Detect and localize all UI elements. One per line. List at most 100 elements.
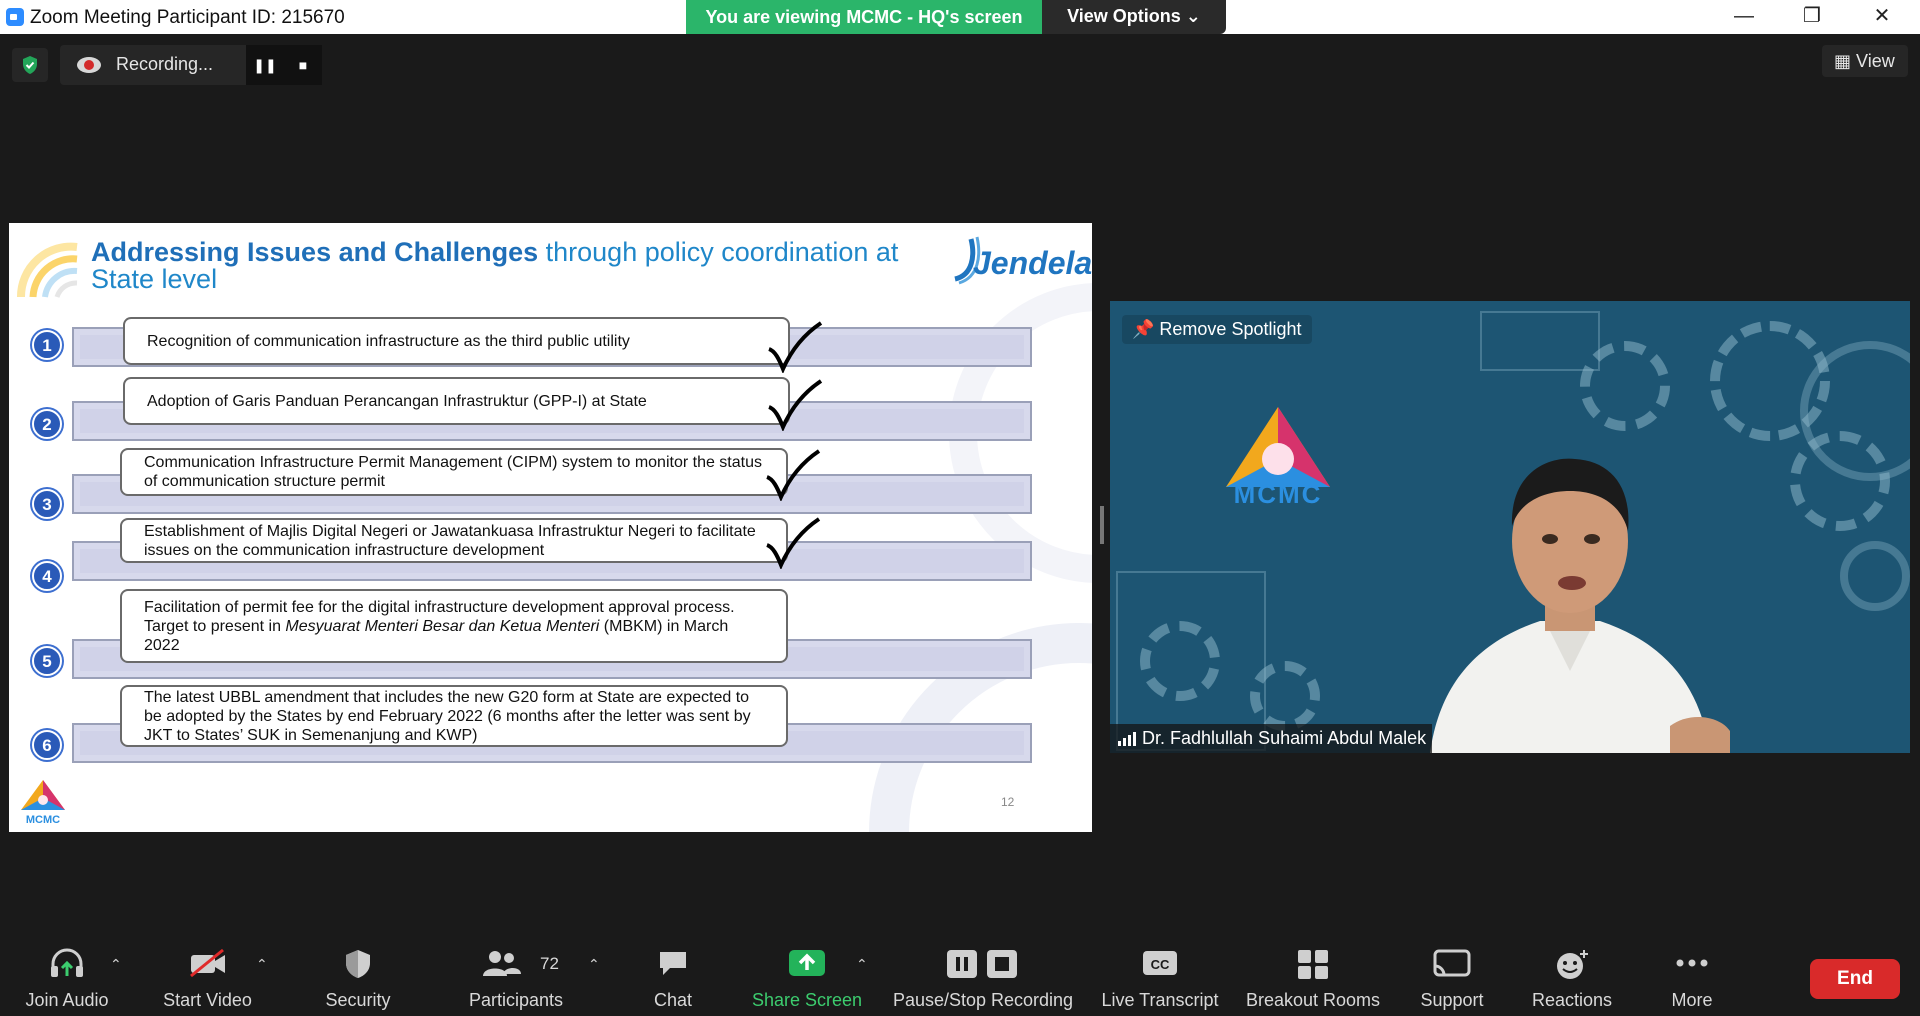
video-off-icon	[189, 948, 225, 978]
participant-name: Dr. Fadhlullah Suhaimi Abdul Malek	[1142, 728, 1427, 748]
spotlight-video: 📌 Remove Spotlight MCMC Dr. Fadhlullah S…	[1110, 301, 1910, 753]
item-text: Facilitation of permit fee for the digit…	[144, 598, 764, 655]
live-transcript-button[interactable]: CC Live Transcript	[1096, 930, 1224, 1016]
item-text: Recognition of communication infrastruct…	[147, 332, 630, 350]
closed-caption-icon: CC	[1143, 951, 1177, 975]
pin-icon: 📌	[1132, 319, 1160, 339]
reactions-label: Reactions	[1531, 990, 1613, 1010]
grid-view-icon: ▦	[1834, 51, 1857, 71]
cloud-recording-icon	[77, 57, 101, 73]
share-screen-icon	[789, 950, 825, 976]
more-button[interactable]: More	[1648, 930, 1736, 1016]
background-frame	[1480, 311, 1600, 371]
meeting-toolbar: Join Audio ⌃ Start Video ⌃ Security 72 P…	[0, 930, 1920, 1016]
chat-bubble-icon	[660, 952, 686, 975]
jendela-wordmark: Jendela	[973, 245, 1092, 281]
restore-button[interactable]: ❐	[1778, 0, 1846, 34]
corner-arcs-icon	[16, 242, 78, 298]
slide-title: Addressing Issues and Challenges through…	[91, 239, 941, 293]
view-options-button[interactable]: View Options ⌄	[1042, 0, 1226, 34]
checkmark-icon	[766, 517, 821, 569]
end-meeting-button[interactable]: End	[1810, 959, 1900, 999]
support-screen-icon	[1433, 949, 1471, 977]
view-layout-button[interactable]: ▦ View	[1822, 45, 1908, 77]
checkmark-icon	[768, 321, 823, 373]
slide-list-item: Establishment of Majlis Digital Negeri o…	[120, 518, 788, 563]
slide-list-item: Communication Infrastructure Permit Mana…	[120, 448, 788, 496]
remove-spotlight-button[interactable]: 📌 Remove Spotlight	[1122, 315, 1312, 344]
slide-list-item: Adoption of Garis Panduan Perancangan In…	[123, 377, 790, 425]
participant-video-feed	[1430, 458, 1730, 753]
slide-list-item: The latest UBBL amendment that includes …	[120, 685, 788, 747]
close-button[interactable]: ✕	[1848, 0, 1916, 34]
share-screen-label: Share Screen	[751, 990, 863, 1010]
slide-list-item: Recognition of communication infrastruct…	[123, 317, 790, 365]
stop-recording-button[interactable]: ■	[284, 45, 322, 85]
start-video-button[interactable]: Start Video	[150, 930, 265, 1016]
item-text: Adoption of Garis Panduan Perancangan In…	[147, 392, 647, 410]
zoom-window: Zoom Meeting Participant ID: 215670 You …	[0, 0, 1920, 1016]
mcmc-video-logo-text: MCMC	[1233, 479, 1323, 509]
security-label: Security	[325, 990, 391, 1010]
pause-stop-recording-button[interactable]: Pause/Stop Recording	[888, 930, 1078, 1016]
support-label: Support	[1420, 990, 1484, 1010]
headphones-icon	[51, 948, 83, 977]
panel-resize-handle[interactable]	[1100, 506, 1104, 544]
more-dots-icon	[1676, 959, 1708, 967]
zoom-app-icon	[6, 8, 24, 26]
pause-stop-recording-icon	[947, 950, 1017, 978]
breakout-rooms-label: Breakout Rooms	[1245, 990, 1381, 1010]
shield-icon	[23, 56, 37, 74]
breakout-rooms-button[interactable]: Breakout Rooms	[1242, 930, 1384, 1016]
audio-options-caret-icon[interactable]: ⌃	[110, 956, 122, 973]
item-text-italic: Mesyuarat Menteri Besar dan Ketua Menter…	[285, 617, 600, 635]
participants-icon	[482, 951, 521, 976]
share-options-caret-icon[interactable]: ⌃	[856, 956, 868, 973]
item-text: Communication Infrastructure Permit Mana…	[144, 454, 762, 490]
reactions-emoji-icon	[1557, 950, 1588, 979]
item-number-badge: 6	[32, 730, 62, 760]
chat-label: Chat	[653, 990, 693, 1010]
signal-strength-icon	[1118, 732, 1136, 746]
more-label: More	[1671, 990, 1713, 1010]
join-audio-label: Join Audio	[25, 990, 109, 1010]
start-video-label: Start Video	[163, 990, 252, 1010]
support-button[interactable]: Support	[1404, 930, 1500, 1016]
shared-screen-slide: Addressing Issues and Challenges through…	[9, 223, 1092, 832]
cc-text: CC	[1151, 957, 1170, 972]
item-number-badge: 3	[32, 489, 62, 519]
checkmark-icon	[766, 449, 821, 501]
remove-spotlight-label: Remove Spotlight	[1159, 319, 1302, 339]
recording-status: Recording...	[116, 54, 214, 74]
minimize-button[interactable]: —	[1710, 0, 1778, 34]
share-screen-button[interactable]: Share Screen	[748, 930, 866, 1016]
participants-caret-icon[interactable]: ⌃	[588, 956, 600, 973]
encryption-shield[interactable]	[12, 48, 48, 82]
slide-list-item: Facilitation of permit fee for the digit…	[120, 589, 788, 663]
video-options-caret-icon[interactable]: ⌃	[256, 956, 268, 973]
breakout-rooms-icon	[1298, 950, 1328, 979]
title-bar: Zoom Meeting Participant ID: 215670 You …	[0, 0, 1920, 34]
security-button[interactable]: Security	[308, 930, 408, 1016]
slide-page-number: 12	[1001, 795, 1015, 809]
security-shield-icon	[346, 950, 370, 978]
participants-label: Participants	[468, 990, 564, 1010]
window-title: Zoom Meeting Participant ID: 215670	[30, 7, 345, 28]
item-number-badge: 2	[32, 409, 62, 439]
item-number-badge: 1	[32, 330, 62, 360]
slide-title-bold: Addressing Issues and Challenges	[91, 237, 539, 267]
item-text: Establishment of Majlis Digital Negeri o…	[144, 522, 756, 559]
checkmark-icon	[768, 379, 823, 431]
participants-button[interactable]: 72 Participants	[456, 930, 576, 1016]
pause-stop-recording-label: Pause/Stop Recording	[892, 990, 1074, 1010]
chat-button[interactable]: Chat	[630, 930, 716, 1016]
mcmc-logo-text: MCMC	[26, 814, 60, 826]
mcmc-logo-icon: MCMC	[21, 780, 65, 826]
item-number-badge: 4	[32, 561, 62, 591]
join-audio-button[interactable]: Join Audio	[12, 930, 122, 1016]
live-transcript-label: Live Transcript	[1101, 990, 1219, 1010]
pause-recording-button[interactable]: ❚❚	[246, 45, 284, 85]
participant-name-tag: Dr. Fadhlullah Suhaimi Abdul Malek	[1110, 724, 1433, 753]
reactions-button[interactable]: Reactions	[1520, 930, 1624, 1016]
viewing-screen-banner: You are viewing MCMC - HQ's screen	[686, 0, 1042, 34]
